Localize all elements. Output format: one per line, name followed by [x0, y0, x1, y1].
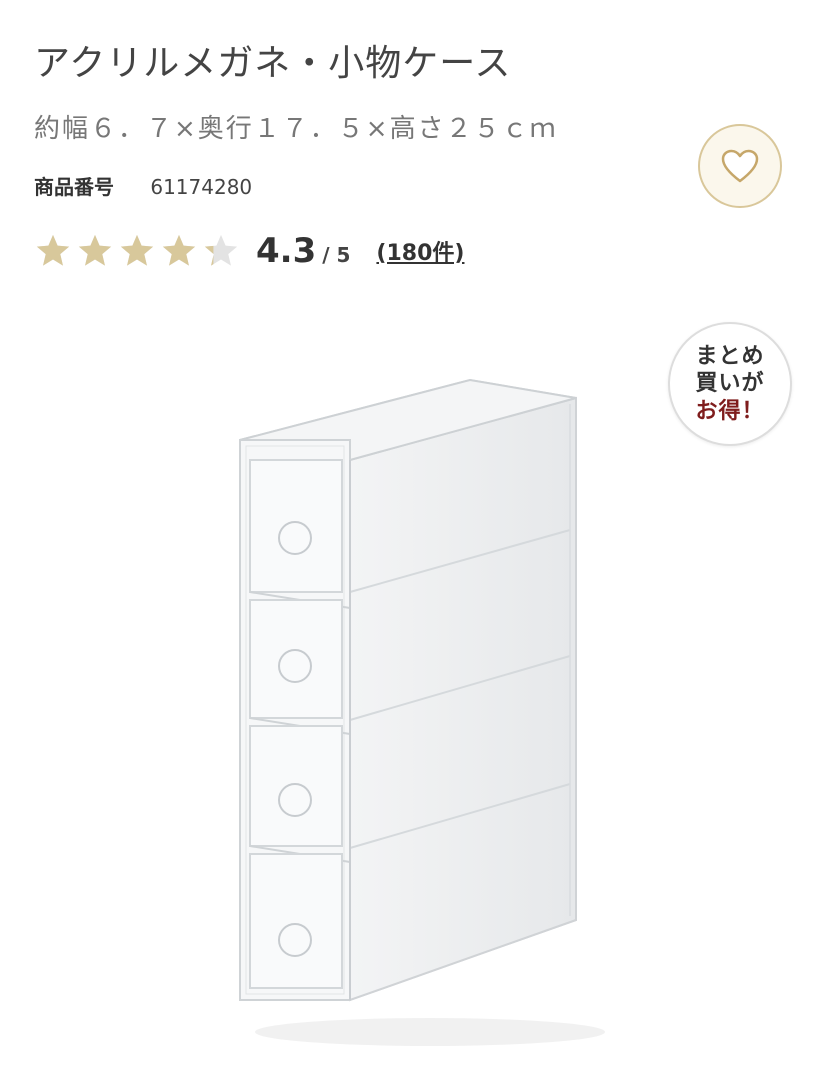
rating-row: 4.3 / 5 (180件): [34, 226, 464, 276]
deal-badge-line-3: お得！: [695, 398, 765, 424]
deal-badge-line-1: まとめ: [695, 343, 765, 369]
rating-scale: / 5: [322, 243, 351, 267]
product-code-value: 61174280: [150, 175, 253, 199]
product-image: [200, 360, 620, 1060]
star-icon: [78, 234, 112, 266]
rating-score: 4.3: [256, 231, 317, 271]
product-size: 約幅６．７×奥行１７．５×高さ２５ｃｍ: [34, 114, 558, 144]
drawer-4: [249, 853, 343, 989]
star-icon: [162, 234, 196, 266]
acrylic-case-illustration: [239, 378, 605, 1046]
star-icon: [204, 234, 238, 266]
deal-badge-line-2: 買いが: [695, 371, 765, 397]
favorite-button[interactable]: [698, 124, 782, 208]
star-icon: [120, 234, 154, 266]
review-count-link[interactable]: (180件): [376, 235, 464, 267]
bulk-deal-badge: まとめ 買いが お得！: [668, 322, 792, 446]
product-title: アクリルメガネ・小物ケース: [34, 43, 512, 84]
product-code-row: 商品番号 61174280: [34, 171, 252, 200]
rating-stars: [34, 232, 244, 270]
heart-icon: [721, 149, 759, 183]
product-code-label: 商品番号: [34, 175, 114, 199]
star-icon: [36, 234, 70, 266]
